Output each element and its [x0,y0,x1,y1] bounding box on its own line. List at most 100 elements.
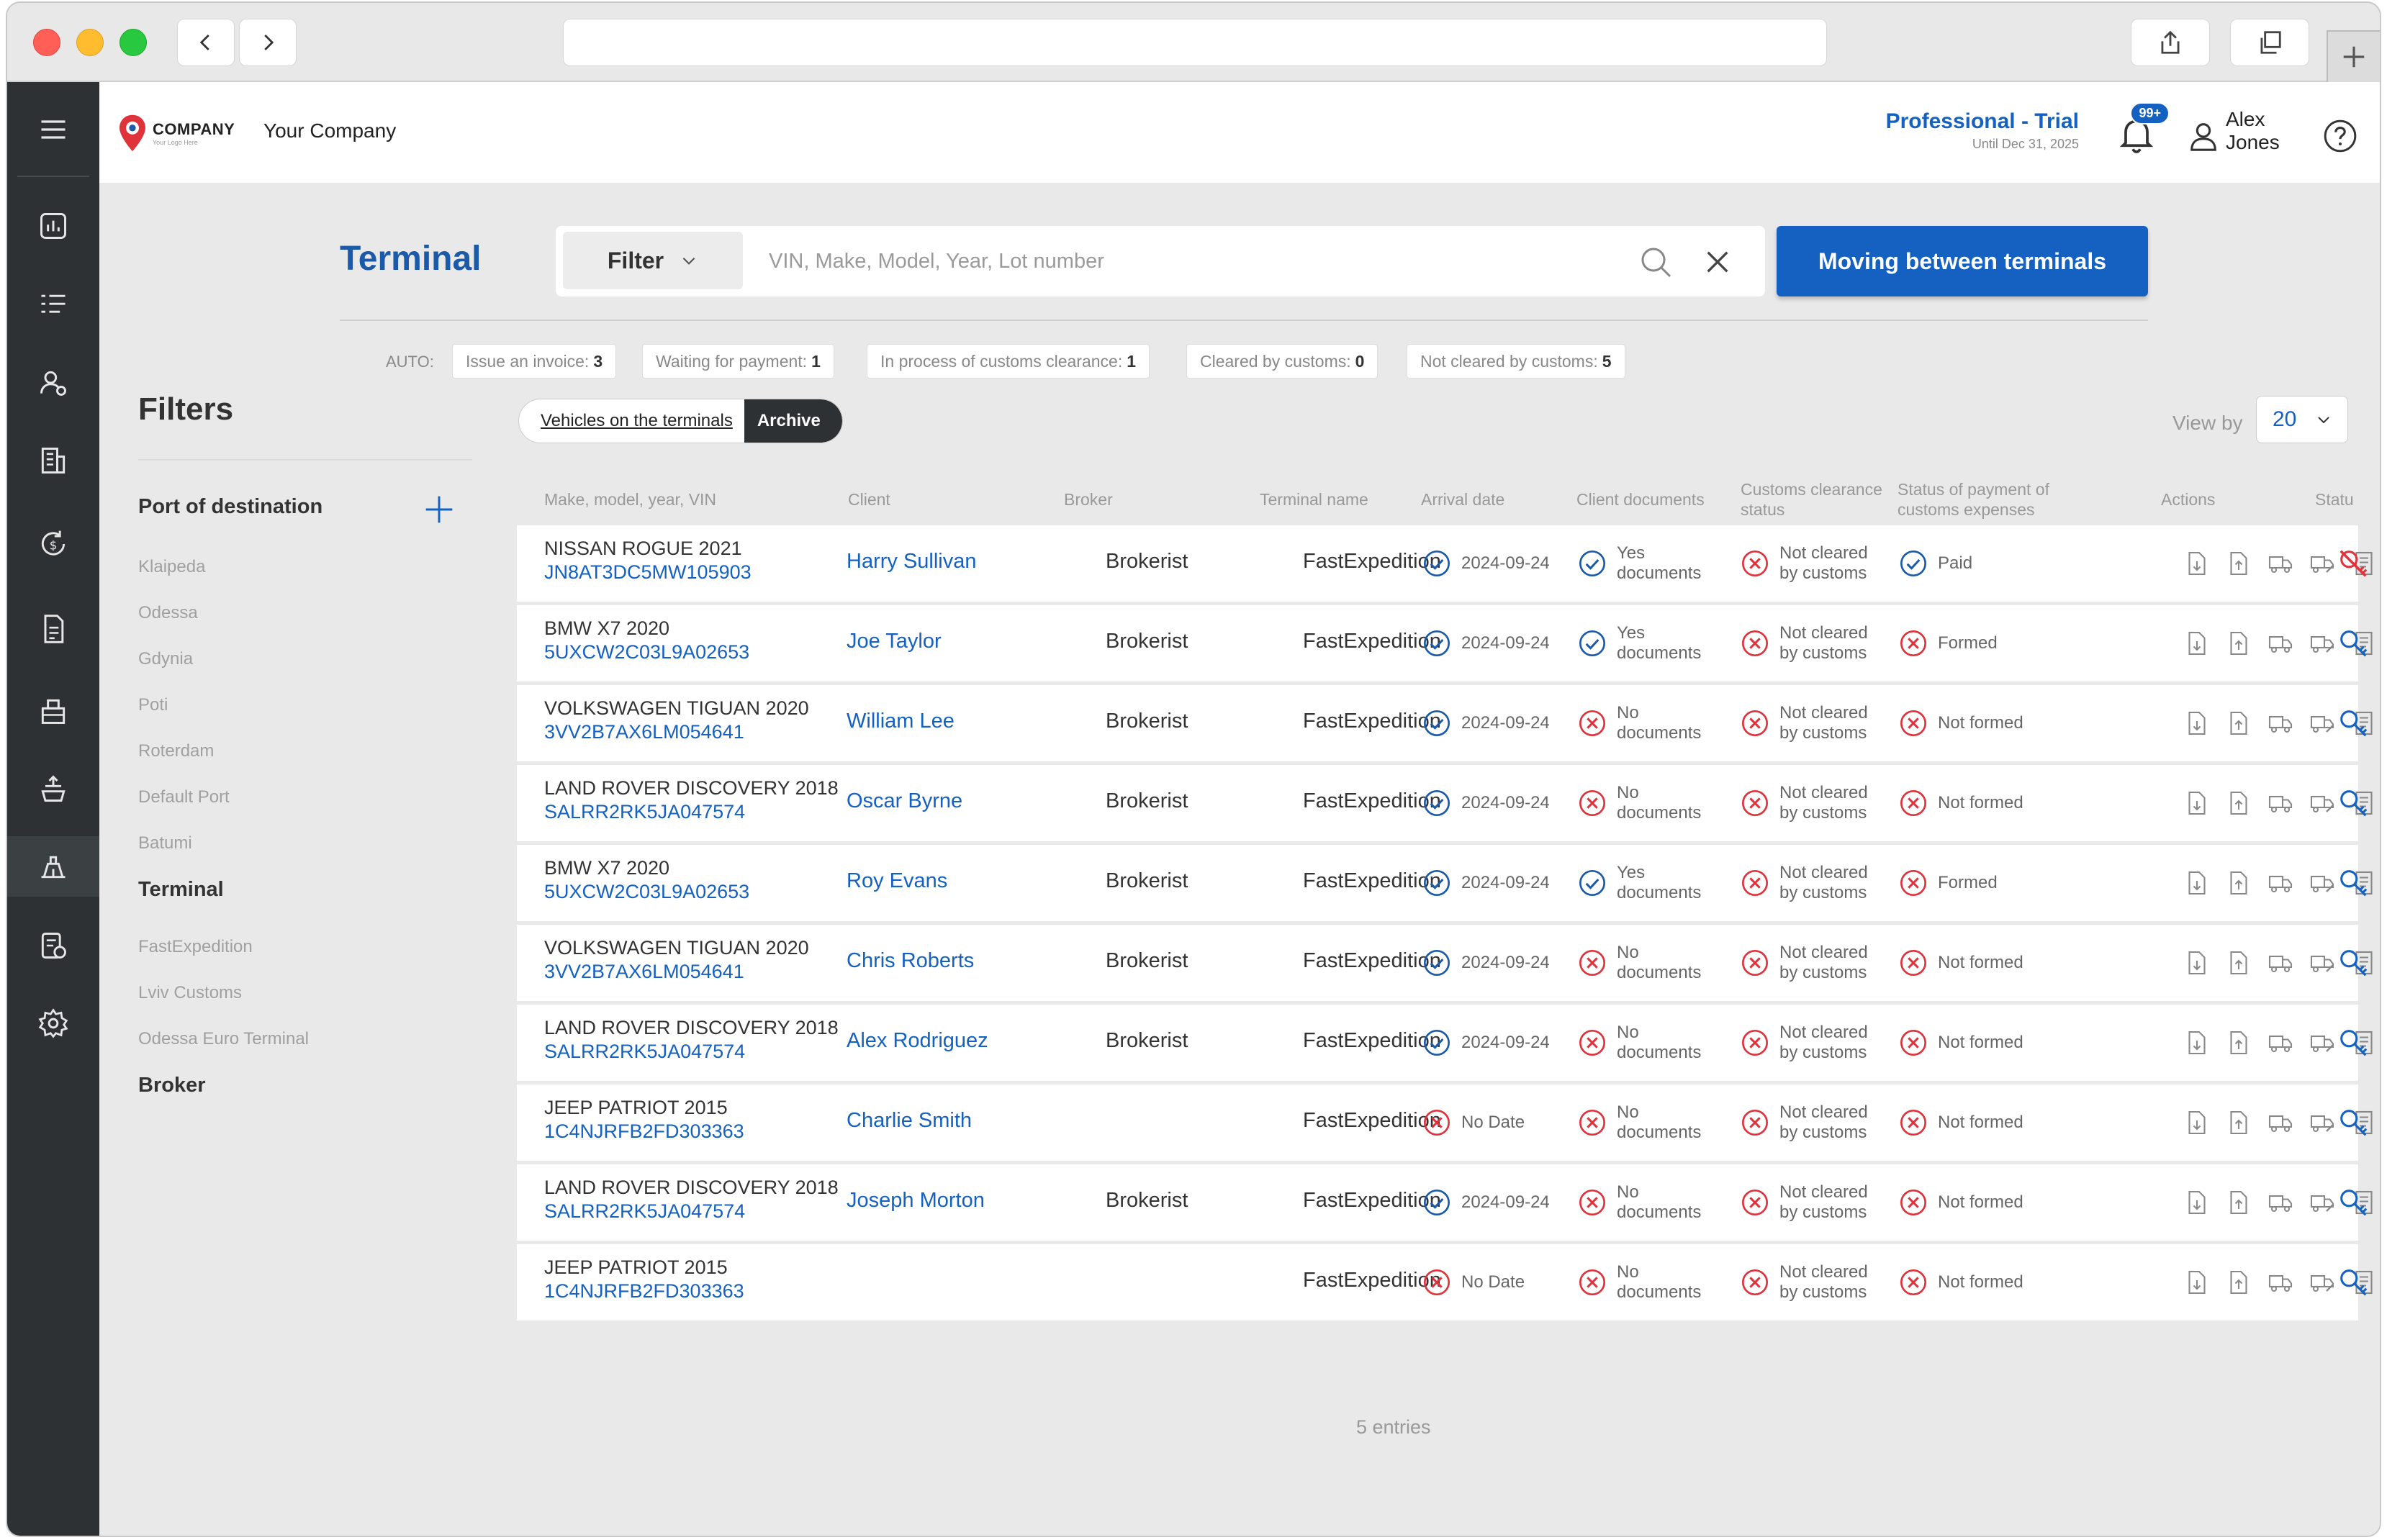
maximize-window-button[interactable] [119,29,147,56]
upload-icon[interactable] [2226,1108,2252,1137]
upload-icon[interactable] [2226,869,2252,897]
filter-dropdown[interactable]: Filter [563,232,743,289]
truck-icon[interactable] [2268,1108,2293,1137]
help-icon[interactable] [2322,118,2358,154]
filter-port-poti[interactable]: Poti [138,695,168,715]
vehicle-vin-link[interactable]: 3VV2B7AX6LM054641 [544,720,809,744]
truck-edit-icon[interactable] [2309,1028,2335,1057]
company-logo[interactable]: COMPANY Your Logo Here [117,114,246,153]
sidebar-item-users[interactable] [7,353,99,413]
truck-edit-icon[interactable] [2309,869,2335,897]
sidebar-item-invoices[interactable] [7,915,99,976]
download-icon[interactable] [2184,789,2210,817]
row-status-action[interactable] [2337,707,2370,740]
truck-icon[interactable] [2268,869,2293,897]
upload-icon[interactable] [2226,1188,2252,1217]
filter-port-gdynia[interactable]: Gdynia [138,649,193,669]
filter-port-odessa[interactable]: Odessa [138,603,198,623]
upload-icon[interactable] [2226,948,2252,977]
table-row[interactable]: JEEP PATRIOT 2015 1C4NJRFB2FD303363 Fast… [517,1244,2373,1321]
sidebar-item-tasks[interactable] [7,275,99,335]
download-icon[interactable] [2184,1188,2210,1217]
user-icon[interactable] [2187,119,2220,153]
plus-icon[interactable] [423,494,455,525]
upload-icon[interactable] [2226,549,2252,578]
new-tab-button[interactable] [2327,30,2380,82]
vehicle-vin-link[interactable]: 1C4NJRFB2FD303363 [544,1120,744,1143]
tabs-button[interactable] [2230,19,2309,66]
vehicle-vin-link[interactable]: 5UXCW2C03L9A02653 [544,640,749,664]
sidebar-item-port[interactable] [7,758,99,819]
sidebar-item-warehouse[interactable] [7,681,99,741]
truck-icon[interactable] [2268,629,2293,658]
truck-icon[interactable] [2268,709,2293,738]
table-row[interactable]: JEEP PATRIOT 2015 1C4NJRFB2FD303363 Char… [517,1084,2373,1161]
table-row[interactable]: LAND ROVER DISCOVERY 2018 SALRR2RK5JA047… [517,765,2373,841]
table-row[interactable]: VOLKSWAGEN TIGUAN 2020 3VV2B7AX6LM054641… [517,925,2373,1001]
address-bar[interactable] [563,19,1827,66]
download-icon[interactable] [2184,948,2210,977]
table-row[interactable]: LAND ROVER DISCOVERY 2018 SALRR2RK5JA047… [517,1005,2373,1081]
client-link[interactable]: Alex Rodriguez [847,1029,988,1053]
sidebar-item-companies[interactable] [7,430,99,491]
download-icon[interactable] [2184,629,2210,658]
column-header-client[interactable]: Client [848,489,890,509]
client-link[interactable]: Joseph Morton [847,1189,985,1213]
table-row[interactable]: NISSAN ROGUE 2021 JN8AT3DC5MW105903 Harr… [517,525,2373,602]
filter-terminal-fastexpedition[interactable]: FastExpedition [138,937,253,957]
truck-icon[interactable] [2268,789,2293,817]
vehicle-vin-link[interactable]: JN8AT3DC5MW105903 [544,561,752,584]
share-button[interactable] [2131,19,2210,66]
truck-edit-icon[interactable] [2309,789,2335,817]
vehicle-vin-link[interactable]: 1C4NJRFB2FD303363 [544,1279,744,1303]
client-link[interactable]: Charlie Smith [847,1109,972,1133]
upload-icon[interactable] [2226,1028,2252,1057]
filter-group-broker[interactable]: Broker [138,1074,206,1097]
user-name[interactable]: Alex Jones [2226,108,2286,154]
filter-terminal-lviv[interactable]: Lviv Customs [138,983,242,1003]
sidebar-item-settings[interactable] [7,993,99,1054]
auto-chip-issue-invoice[interactable]: Issue an invoice: 3 [452,344,617,379]
menu-button[interactable] [7,99,99,160]
truck-edit-icon[interactable] [2309,1268,2335,1297]
row-status-action[interactable] [2337,1186,2370,1219]
table-row[interactable]: LAND ROVER DISCOVERY 2018 SALRR2RK5JA047… [517,1164,2373,1241]
download-icon[interactable] [2184,869,2210,897]
row-status-action[interactable] [2337,627,2370,660]
client-link[interactable]: Roy Evans [847,869,947,893]
filter-port-roterdam[interactable]: Roterdam [138,741,214,761]
auto-chip-customs-process[interactable]: In process of customs clearance: 1 [867,344,1150,379]
search-icon[interactable] [1638,245,1673,279]
view-by-select[interactable]: 20 [2256,396,2348,443]
filter-port-default[interactable]: Default Port [138,787,230,807]
auto-chip-not-cleared[interactable]: Not cleared by customs: 5 [1407,344,1625,379]
download-icon[interactable] [2184,549,2210,578]
row-status-action[interactable] [2337,547,2370,580]
truck-edit-icon[interactable] [2309,629,2335,658]
column-header-payment[interactable]: Status of payment of customs expenses [1898,479,2085,520]
upload-icon[interactable] [2226,1268,2252,1297]
vehicle-vin-link[interactable]: 5UXCW2C03L9A02653 [544,880,749,904]
truck-icon[interactable] [2268,549,2293,578]
vehicle-vin-link[interactable]: SALRR2RK5JA047574 [544,800,839,824]
auto-chip-waiting-payment[interactable]: Waiting for payment: 1 [642,344,834,379]
filter-group-port[interactable]: Port of destination [138,495,322,519]
table-row[interactable]: BMW X7 2020 5UXCW2C03L9A02653 Joe Taylor… [517,605,2373,681]
truck-edit-icon[interactable] [2309,1108,2335,1137]
truck-edit-icon[interactable] [2309,1188,2335,1217]
column-header-arrival[interactable]: Arrival date [1421,489,1504,509]
client-link[interactable]: William Lee [847,710,955,733]
column-header-documents[interactable]: Client documents [1576,489,1705,509]
sidebar-item-documents[interactable] [7,599,99,659]
forward-button[interactable] [239,19,297,66]
upload-icon[interactable] [2226,789,2252,817]
filter-group-terminal[interactable]: Terminal [138,878,224,902]
close-window-button[interactable] [33,29,60,56]
client-link[interactable]: Oscar Byrne [847,789,962,813]
truck-edit-icon[interactable] [2309,549,2335,578]
search-input[interactable] [769,242,1561,281]
client-link[interactable]: Joe Taylor [847,630,942,653]
row-status-action[interactable] [2337,946,2370,979]
table-row[interactable]: BMW X7 2020 5UXCW2C03L9A02653 Roy Evans … [517,845,2373,921]
minimize-window-button[interactable] [76,29,104,56]
